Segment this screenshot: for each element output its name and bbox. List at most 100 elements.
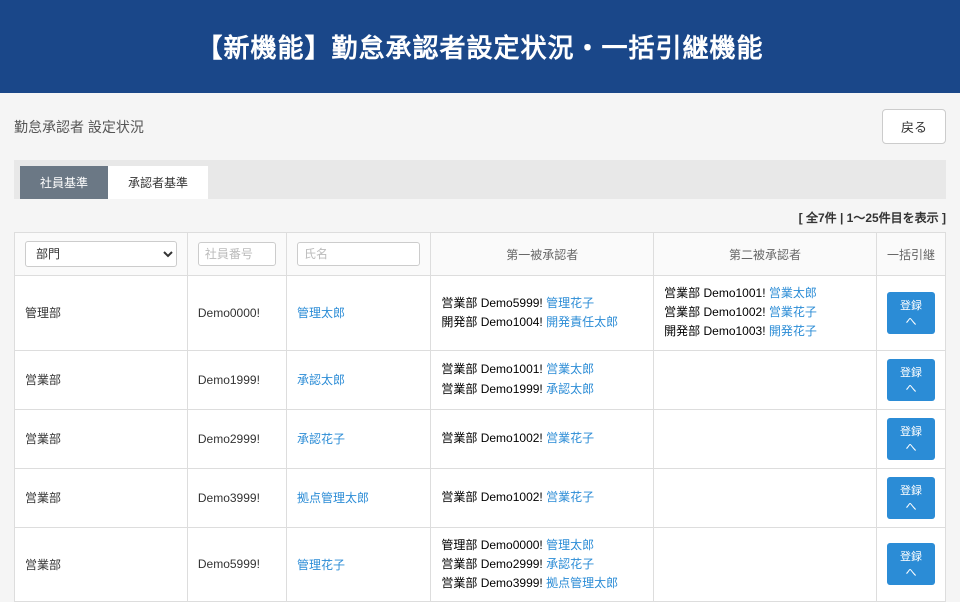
cell-batch: 登録へ xyxy=(876,350,945,409)
approver-line: 開発部 Demo1003! 開発花子 xyxy=(664,322,866,341)
table-row: 営業部Demo3999! 拠点管理太郎 営業部 Demo1002! 営業花子 登録へ xyxy=(15,468,946,527)
cell-dept: 営業部 xyxy=(15,350,188,409)
approver-line: 営業部 Demo1001! 営業太郎 xyxy=(441,360,643,379)
approver-line: 営業部 Demo2999! 承認花子 xyxy=(441,555,643,574)
tab-approver[interactable]: 承認者基準 xyxy=(108,166,208,199)
register-button[interactable]: 登録へ xyxy=(887,477,935,519)
cell-second-approver xyxy=(654,468,877,527)
approver-link[interactable]: 営業花子 xyxy=(769,305,817,319)
approver-prefix: 営業部 Demo1999! xyxy=(441,382,546,396)
cell-batch: 登録へ xyxy=(876,468,945,527)
cell-second-approver xyxy=(654,350,877,409)
approver-line: 開発部 Demo1004! 開発責任太郎 xyxy=(441,313,643,332)
register-button[interactable]: 登録へ xyxy=(887,359,935,401)
cell-emp-no: Demo0000! xyxy=(187,276,286,351)
approver-table: 部門 第一被承認者 第二被承認者 一括引継 管理部Demo0000!管理太郎営業… xyxy=(14,232,946,602)
table-body: 管理部Demo0000!管理太郎営業部 Demo5999! 管理花子開発部 De… xyxy=(15,276,946,602)
header-batch: 一括引継 xyxy=(876,233,945,276)
cell-first-approver: 営業部 Demo1002! 営業花子 xyxy=(431,468,654,527)
cell-dept: 営業部 xyxy=(15,409,188,468)
register-button[interactable]: 登録へ xyxy=(887,418,935,460)
approver-line: 営業部 Demo1002! 営業花子 xyxy=(441,488,643,507)
cell-second-approver xyxy=(654,527,877,602)
back-button[interactable]: 戻る xyxy=(882,109,946,144)
table-row: 管理部Demo0000!管理太郎営業部 Demo5999! 管理花子開発部 De… xyxy=(15,276,946,351)
approver-link[interactable]: 開発花子 xyxy=(769,324,817,338)
table-row: 営業部Demo5999!管理花子管理部 Demo0000! 管理太郎営業部 De… xyxy=(15,527,946,602)
cell-name: 承認太郎 xyxy=(287,350,431,409)
cell-name: 拠点管理太郎 xyxy=(287,468,431,527)
count-bar: [ 全7件 | 1〜25件目を表示 ] xyxy=(0,199,960,232)
approver-link[interactable]: 管理花子 xyxy=(546,296,594,310)
approver-link[interactable]: 拠点管理太郎 xyxy=(546,576,618,590)
approver-prefix: 営業部 Demo1001! xyxy=(441,362,546,376)
approver-prefix: 営業部 Demo1002! xyxy=(441,431,546,445)
cell-first-approver: 営業部 Demo5999! 管理花子開発部 Demo1004! 開発責任太郎 xyxy=(431,276,654,351)
dept-filter[interactable]: 部門 xyxy=(25,241,177,267)
cell-dept: 営業部 xyxy=(15,527,188,602)
name-filter[interactable] xyxy=(297,242,420,266)
approver-line: 営業部 Demo3999! 拠点管理太郎 xyxy=(441,574,643,593)
approver-line: 営業部 Demo5999! 管理花子 xyxy=(441,294,643,313)
cell-first-approver: 営業部 Demo1001! 営業太郎営業部 Demo1999! 承認太郎 xyxy=(431,350,654,409)
approver-prefix: 営業部 Demo1001! xyxy=(664,286,769,300)
table-row: 営業部Demo1999!承認太郎営業部 Demo1001! 営業太郎営業部 De… xyxy=(15,350,946,409)
register-button[interactable]: 登録へ xyxy=(887,292,935,334)
cell-first-approver: 管理部 Demo0000! 管理太郎営業部 Demo2999! 承認花子営業部 … xyxy=(431,527,654,602)
employee-name-link[interactable]: 拠点管理太郎 xyxy=(297,491,369,505)
approver-link[interactable]: 営業花子 xyxy=(546,490,594,504)
cell-dept: 管理部 xyxy=(15,276,188,351)
approver-prefix: 営業部 Demo3999! xyxy=(441,576,546,590)
tabs: 社員基準 承認者基準 xyxy=(20,166,940,199)
employee-name-link[interactable]: 管理花子 xyxy=(297,558,345,572)
approver-prefix: 営業部 Demo1002! xyxy=(664,305,769,319)
approver-link[interactable]: 承認花子 xyxy=(546,557,594,571)
page-header: 勤怠承認者 設定状況 戻る xyxy=(0,93,960,160)
header-second-approver: 第二被承認者 xyxy=(654,233,877,276)
employee-name-link[interactable]: 承認花子 xyxy=(297,432,345,446)
approver-prefix: 開発部 Demo1004! xyxy=(441,315,546,329)
cell-batch: 登録へ xyxy=(876,276,945,351)
approver-link[interactable]: 承認太郎 xyxy=(546,382,594,396)
approver-line: 営業部 Demo1001! 営業太郎 xyxy=(664,284,866,303)
register-button[interactable]: 登録へ xyxy=(887,543,935,585)
banner: 【新機能】勤怠承認者設定状況・一括引継機能 xyxy=(0,0,960,93)
approver-prefix: 営業部 Demo2999! xyxy=(441,557,546,571)
tab-employee[interactable]: 社員基準 xyxy=(20,166,108,199)
approver-prefix: 開発部 Demo1003! xyxy=(664,324,769,338)
approver-line: 営業部 Demo1999! 承認太郎 xyxy=(441,380,643,399)
approver-prefix: 営業部 Demo1002! xyxy=(441,490,546,504)
banner-title: 【新機能】勤怠承認者設定状況・一括引継機能 xyxy=(196,33,763,63)
tabs-wrapper: 社員基準 承認者基準 xyxy=(14,160,946,199)
cell-second-approver xyxy=(654,409,877,468)
approver-link[interactable]: 開発責任太郎 xyxy=(546,315,618,329)
approver-prefix: 営業部 Demo5999! xyxy=(441,296,546,310)
approver-link[interactable]: 営業太郎 xyxy=(769,286,817,300)
header-first-approver: 第一被承認者 xyxy=(431,233,654,276)
cell-batch: 登録へ xyxy=(876,409,945,468)
cell-first-approver: 営業部 Demo1002! 営業花子 xyxy=(431,409,654,468)
count-text: [ 全7件 | 1〜25件目を表示 ] xyxy=(799,211,946,225)
table-row: 営業部Demo2999! 承認花子 営業部 Demo1002! 営業花子 登録へ xyxy=(15,409,946,468)
cell-emp-no: Demo2999! xyxy=(187,409,286,468)
filter-row: 部門 第一被承認者 第二被承認者 一括引継 xyxy=(15,233,946,276)
approver-line: 管理部 Demo0000! 管理太郎 xyxy=(441,536,643,555)
cell-second-approver: 営業部 Demo1001! 営業太郎営業部 Demo1002! 営業花子開発部 … xyxy=(654,276,877,351)
cell-batch: 登録へ xyxy=(876,527,945,602)
approver-line: 営業部 Demo1002! 営業花子 xyxy=(441,429,643,448)
table-wrap: 部門 第一被承認者 第二被承認者 一括引継 管理部Demo0000!管理太郎営業… xyxy=(0,232,960,602)
cell-emp-no: Demo3999! xyxy=(187,468,286,527)
cell-name: 管理花子 xyxy=(287,527,431,602)
approver-line: 営業部 Demo1002! 営業花子 xyxy=(664,303,866,322)
cell-emp-no: Demo5999! xyxy=(187,527,286,602)
page-title: 勤怠承認者 設定状況 xyxy=(14,117,144,137)
employee-name-link[interactable]: 承認太郎 xyxy=(297,373,345,387)
cell-emp-no: Demo1999! xyxy=(187,350,286,409)
cell-name: 承認花子 xyxy=(287,409,431,468)
cell-dept: 営業部 xyxy=(15,468,188,527)
approver-link[interactable]: 営業花子 xyxy=(546,431,594,445)
approver-link[interactable]: 営業太郎 xyxy=(546,362,594,376)
emp-no-filter[interactable] xyxy=(198,242,276,266)
cell-name: 管理太郎 xyxy=(287,276,431,351)
employee-name-link[interactable]: 管理太郎 xyxy=(297,306,345,320)
